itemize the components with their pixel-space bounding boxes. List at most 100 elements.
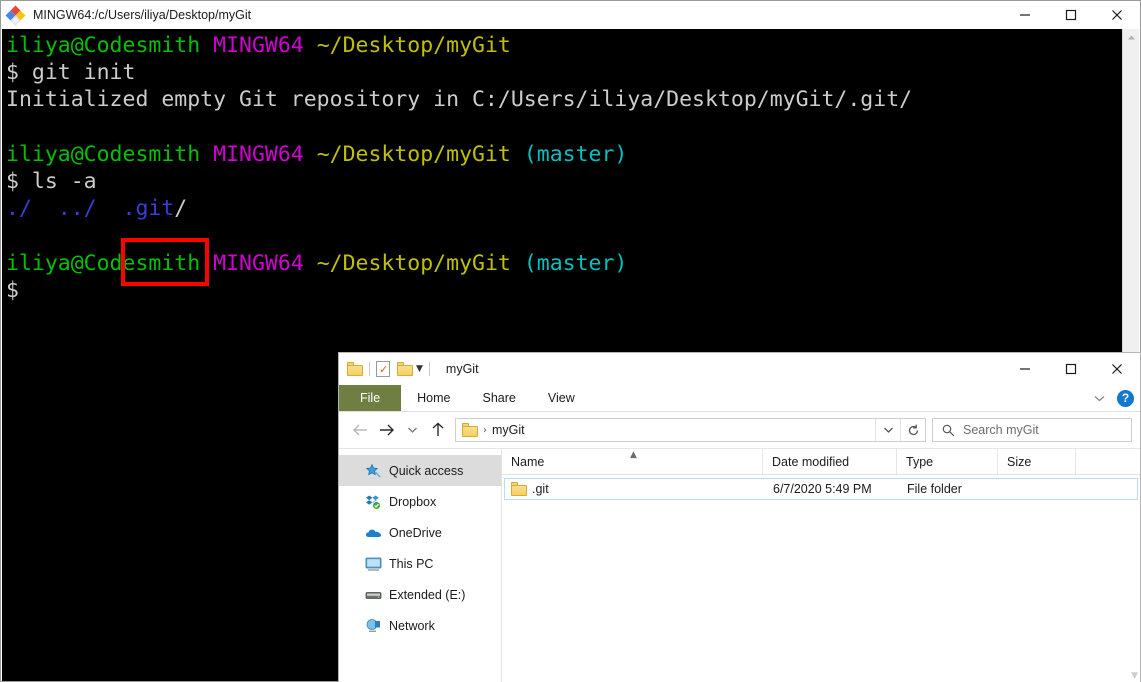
terminal-window-controls xyxy=(1002,1,1140,29)
column-header-type[interactable]: Type xyxy=(897,449,998,474)
explorer-main-area: Quick access Dropbox OneDrive This PC Ex… xyxy=(339,448,1140,682)
properties-checklist-icon[interactable]: ✓ xyxy=(376,361,390,377)
sidebar-item-extended-drive[interactable]: Extended (E:) xyxy=(339,579,501,610)
terminal-titlebar[interactable]: MINGW64:/c/Users/iliya/Desktop/myGit xyxy=(1,1,1140,29)
file-name-cell: .git xyxy=(505,482,764,496)
address-bar[interactable]: › myGit xyxy=(455,418,926,442)
sidebar-item-onedrive[interactable]: OneDrive xyxy=(339,517,501,548)
prompt-path-3: ~/Desktop/myGit xyxy=(316,250,511,276)
prompt-user-host-1: iliya@Codesmith xyxy=(6,33,201,58)
star-pin-icon xyxy=(365,463,382,479)
explorer-maximize-button[interactable] xyxy=(1048,353,1094,384)
sidebar-item-quick-access[interactable]: Quick access xyxy=(339,455,501,486)
back-button[interactable] xyxy=(347,417,373,443)
ribbon-tabs: File Home Share View ? xyxy=(339,385,1140,412)
prompt-branch-3: (master) xyxy=(523,250,628,276)
explorer-scroll-down-arrow-icon[interactable]: ▼ xyxy=(1131,671,1138,681)
breadcrumb-current[interactable]: myGit xyxy=(492,423,525,437)
table-row[interactable]: .git 6/7/2020 5:49 PM File folder xyxy=(504,478,1138,500)
caret-up-icon: ▲ xyxy=(630,450,637,460)
refresh-icon[interactable] xyxy=(900,419,925,441)
sidebar-item-this-pc[interactable]: This PC xyxy=(339,548,501,579)
folder-icon[interactable] xyxy=(347,362,363,376)
quick-access-toolbar: ✓ ▼ xyxy=(347,361,436,377)
column-header-size[interactable]: Size xyxy=(998,449,1076,474)
dropbox-icon xyxy=(365,494,382,510)
listing-entry-dotdot: ../ xyxy=(57,196,97,222)
hard-drive-icon xyxy=(365,587,382,603)
ribbon-collapse-chevron-down-icon[interactable] xyxy=(1094,389,1105,407)
recent-locations-chevron-down-icon[interactable] xyxy=(399,417,425,443)
forward-button[interactable] xyxy=(373,417,399,443)
toolbar-divider xyxy=(369,362,370,376)
terminal-title: MINGW64:/c/Users/iliya/Desktop/myGit xyxy=(33,8,252,22)
chevron-down-icon[interactable]: ▼ xyxy=(416,364,423,374)
sidebar-item-label: Quick access xyxy=(389,463,464,478)
terminal-maximize-button[interactable] xyxy=(1048,1,1094,29)
new-folder-icon[interactable] xyxy=(397,362,413,376)
terminal-command-2: $ ls -a xyxy=(6,169,97,195)
prompt-shell-1: MINGW64 xyxy=(213,33,304,58)
file-name-label: .git xyxy=(532,482,549,496)
explorer-window-controls xyxy=(1002,353,1140,385)
git-bash-icon xyxy=(5,5,26,25)
sidebar-item-label: This PC xyxy=(389,556,434,571)
address-folder-icon xyxy=(462,423,478,437)
breadcrumb[interactable]: › myGit xyxy=(456,423,875,437)
file-type: File folder xyxy=(907,482,962,496)
sidebar-item-label: OneDrive xyxy=(389,525,442,540)
tab-home[interactable]: Home xyxy=(401,385,466,411)
scrollbar-up-arrow-icon[interactable] xyxy=(1123,29,1140,46)
search-placeholder-text: Search myGit xyxy=(963,423,1039,437)
tab-view[interactable]: View xyxy=(532,385,591,411)
sidebar-item-label: Extended (E:) xyxy=(389,587,466,602)
listing-entry-git: .git xyxy=(122,196,175,222)
column-headers: Name ▲ Date modified Type Size xyxy=(502,449,1140,475)
prompt-path-2: ~/Desktop/myGit xyxy=(316,141,511,167)
up-button[interactable] xyxy=(425,417,451,443)
column-header-name[interactable]: Name ▲ xyxy=(502,449,763,474)
network-icon xyxy=(365,618,382,634)
file-date-modified: 6/7/2020 5:49 PM xyxy=(773,482,872,496)
breadcrumb-separator: › xyxy=(483,424,487,436)
address-dropdown-chevron-down-icon[interactable] xyxy=(875,419,900,441)
explorer-titlebar[interactable]: ✓ ▼ myGit xyxy=(339,353,1140,385)
file-explorer-window: ✓ ▼ myGit File Home Share View ? › myGit… xyxy=(338,352,1141,682)
folder-icon xyxy=(511,482,527,496)
prompt-branch-2: (master) xyxy=(523,141,628,167)
listing-entry-dot: ./ xyxy=(6,196,32,222)
search-icon xyxy=(942,424,955,437)
prompt-shell-3: MINGW64 xyxy=(213,250,304,276)
explorer-window-title: myGit xyxy=(445,362,479,376)
monitor-icon xyxy=(365,556,382,572)
tab-file[interactable]: File xyxy=(339,385,402,411)
terminal-prompt-cursor-line: $ xyxy=(6,277,19,303)
explorer-minimize-button[interactable] xyxy=(1002,353,1048,384)
onedrive-cloud-icon xyxy=(365,525,382,541)
listing-entry-git-slash: / xyxy=(174,196,188,222)
prompt-path-1: ~/Desktop/myGit xyxy=(316,33,511,58)
prompt-shell-2: MINGW64 xyxy=(213,141,304,167)
sidebar-item-network[interactable]: Network xyxy=(339,610,501,641)
address-bar-row: › myGit Search myGit xyxy=(339,412,1140,448)
toolbar-divider-2 xyxy=(428,362,430,376)
file-list-pane: Name ▲ Date modified Type Size .git 6/7/… xyxy=(502,449,1140,682)
ribbon-right-controls: ? xyxy=(1094,385,1134,411)
tab-share[interactable]: Share xyxy=(467,385,532,411)
terminal-close-button[interactable] xyxy=(1094,1,1140,29)
column-header-name-label: Name xyxy=(511,454,545,469)
terminal-minimize-button[interactable] xyxy=(1002,1,1048,29)
file-list: .git 6/7/2020 5:49 PM File folder xyxy=(502,475,1140,500)
terminal-text-content: iliya@Codesmith MINGW64 ~/Desktop/myGit … xyxy=(6,32,912,304)
column-header-filler xyxy=(1076,449,1140,474)
help-button[interactable]: ? xyxy=(1117,389,1134,407)
prompt-user-host-2: iliya@Codesmith xyxy=(6,141,201,167)
explorer-close-button[interactable] xyxy=(1094,353,1140,384)
sidebar-item-dropbox[interactable]: Dropbox xyxy=(339,486,501,517)
prompt-user-host-3: iliya@Codesmith xyxy=(6,250,201,276)
navigation-pane: Quick access Dropbox OneDrive This PC Ex… xyxy=(339,449,502,682)
terminal-command-1: $ git init xyxy=(6,60,136,86)
column-header-date-modified[interactable]: Date modified xyxy=(763,449,897,474)
search-input[interactable]: Search myGit xyxy=(932,418,1132,442)
terminal-output-1: Initialized empty Git repository in C:/U… xyxy=(6,87,913,113)
